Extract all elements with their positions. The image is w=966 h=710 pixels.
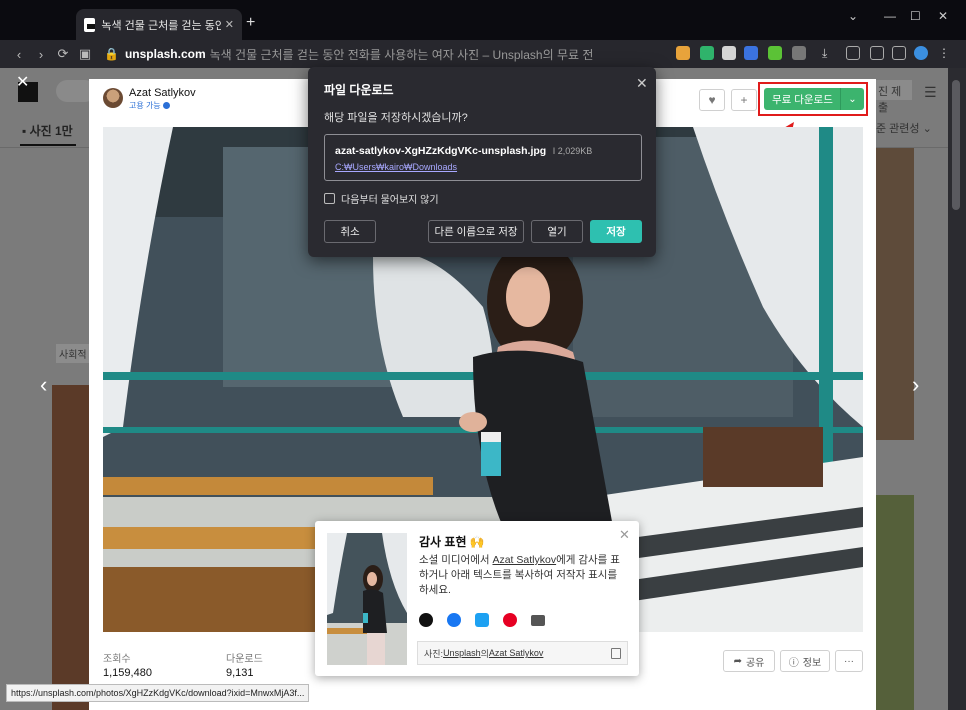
pinterest-icon[interactable] <box>503 613 517 627</box>
unsplash-link[interactable]: Unsplash <box>443 648 481 658</box>
like-button[interactable]: ♥ <box>699 89 725 111</box>
info-icon: ⓘ <box>788 657 799 669</box>
popup-thumbnail <box>327 533 407 665</box>
maximize-button[interactable]: ☐ <box>910 9 921 23</box>
url-title: 녹색 건물 근처를 걷는 동안 전화를 사용하는 여자 사진 – Unsplas… <box>209 47 594 62</box>
translate-icon[interactable] <box>744 46 758 60</box>
tab-underline <box>20 144 76 146</box>
photos-tab: ▪ 사진 1만 <box>22 124 73 138</box>
twitter-icon[interactable] <box>475 613 489 627</box>
close-window-button[interactable]: ✕ <box>938 9 948 23</box>
close-modal-icon[interactable]: ✕ <box>16 72 29 92</box>
previous-photo-icon[interactable]: ‹ <box>40 372 47 398</box>
open-button[interactable]: 열기 <box>531 220 583 243</box>
menu-dots-icon[interactable]: ⋮ <box>938 46 952 60</box>
author-name[interactable]: Azat Satlykov <box>129 87 196 99</box>
minimize-button[interactable]: — <box>884 9 896 23</box>
credit-author-link[interactable]: Azat Satlykov <box>489 648 544 658</box>
share-button[interactable]: ➦ 공유 <box>723 650 775 672</box>
checkbox[interactable] <box>324 193 335 204</box>
dialog-close-icon[interactable]: ✕ <box>636 75 648 92</box>
screenshot-icon[interactable] <box>870 46 884 60</box>
shield-icon[interactable] <box>700 46 714 60</box>
stat-downloads-value: 9,131 <box>226 667 254 679</box>
chevron-down-icon[interactable]: ⌄ <box>841 94 864 105</box>
info-button[interactable]: ⓘ 정보 <box>780 650 830 672</box>
new-tab-button[interactable]: + <box>246 14 255 32</box>
stat-views-value: 1,159,480 <box>103 667 152 679</box>
profile-avatar[interactable] <box>914 46 928 60</box>
save-button[interactable]: 저장 <box>590 220 642 243</box>
back-button[interactable]: ‹ <box>8 47 30 62</box>
share-icons <box>419 613 545 627</box>
add-to-collection-button[interactable]: + <box>731 89 757 111</box>
hamburger-icon: ☰ <box>924 84 937 100</box>
download-label: 무료 다운로드 <box>772 93 833 106</box>
dialog-title: 파일 다운로드 <box>324 83 394 97</box>
cast-icon[interactable] <box>846 46 860 60</box>
status-bar-url: https://unsplash.com/photos/XgHZzKdgVKc/… <box>6 684 310 702</box>
hire-status: 고용 가능 <box>129 100 170 111</box>
reload-button[interactable]: ⟳ <box>52 46 74 62</box>
extension-icon[interactable] <box>676 46 690 60</box>
credit-text-box[interactable]: 사진: Unsplash 의 Azat Satlykov <box>417 641 628 665</box>
share-arrow-icon: ➦ <box>733 655 742 667</box>
copy-icon[interactable] <box>611 648 621 659</box>
sort-dropdown: 준 관련성 ⌄ <box>876 123 932 135</box>
lock-icon: 🔒 <box>104 47 119 61</box>
tab-close-icon[interactable]: ✕ <box>225 18 234 31</box>
puzzle-icon[interactable] <box>792 46 806 60</box>
save-as-button[interactable]: 다른 이름으로 저장 <box>428 220 524 243</box>
popup-title: 감사 표현 🙌 <box>419 535 485 549</box>
stat-views-label: 조회수 <box>103 654 131 665</box>
more-button[interactable]: ··· <box>835 650 863 672</box>
popup-close-icon[interactable]: ✕ <box>619 527 630 543</box>
author-link[interactable]: Azat Satlykov <box>492 554 556 566</box>
tab-title: 녹색 건물 근처를 걷는 동안 전화 <box>101 19 221 32</box>
dont-ask-checkbox[interactable]: 다음부터 물어보지 않기 <box>324 191 439 206</box>
url-host: unsplash.com <box>124 47 206 61</box>
tab-search-icon[interactable]: ⌄ <box>848 9 858 23</box>
free-download-button[interactable]: 무료 다운로드 ⌄ <box>764 88 864 110</box>
background-thumbnail <box>52 385 90 710</box>
browser-tab[interactable]: 녹색 건물 근처를 걷는 동안 전화 ✕ <box>76 9 242 40</box>
link-icon[interactable] <box>419 613 433 627</box>
extension-icon[interactable] <box>768 46 782 60</box>
sidebar-icon[interactable] <box>892 46 906 60</box>
file-path-link[interactable]: C:₩Users₩kairo₩Downloads <box>335 162 457 172</box>
cancel-button[interactable]: 취소 <box>324 220 376 243</box>
verified-icon <box>162 102 170 109</box>
extension-icon[interactable] <box>722 46 736 60</box>
file-size: I 2,029KB <box>550 146 593 156</box>
tab-bar: 녹색 건물 근처를 걷는 동안 전화 ✕ + ⌄ — ☐ ✕ <box>0 0 966 40</box>
next-photo-icon[interactable]: › <box>912 372 919 398</box>
download-icon[interactable]: ⤓ <box>822 46 836 60</box>
reader-icon[interactable]: ▣ <box>74 46 96 62</box>
popup-body: 소셜 미디어에서 Azat Satlykov에게 감사를 표하거나 아래 텍스트… <box>419 554 620 596</box>
stat-downloads-label: 다운로드 <box>226 654 263 665</box>
background-thumbnail <box>876 148 914 440</box>
dialog-question: 해당 파일을 저장하시겠습니까? <box>324 112 468 124</box>
scrollbar-thumb[interactable] <box>952 80 960 210</box>
unsplash-favicon-icon <box>84 17 96 32</box>
address-bar[interactable]: 🔒 unsplash.com 녹색 건물 근처를 걷는 동안 전화를 사용하는 … <box>104 43 664 65</box>
file-info-box: azat-satlykov-XgHZzKdgVKc-unsplash.jpg I… <box>324 134 642 181</box>
file-download-dialog: 파일 다운로드 ✕ 해당 파일을 저장하시겠습니까? azat-satlykov… <box>308 67 656 257</box>
facebook-icon[interactable] <box>447 613 461 627</box>
tag-label: 사회적 <box>56 344 90 363</box>
author-avatar[interactable] <box>103 88 123 108</box>
file-name: azat-satlykov-XgHZzKdgVKc-unsplash.jpg I… <box>335 145 593 157</box>
email-icon[interactable] <box>531 614 545 626</box>
attribution-popup: 감사 표현 🙌 ✕ 소셜 미디어에서 Azat Satlykov에게 감사를 표… <box>315 521 639 676</box>
forward-button[interactable]: › <box>30 47 52 62</box>
submit-photo-button: 진 제출 <box>876 80 912 114</box>
background-thumbnail <box>876 495 914 710</box>
